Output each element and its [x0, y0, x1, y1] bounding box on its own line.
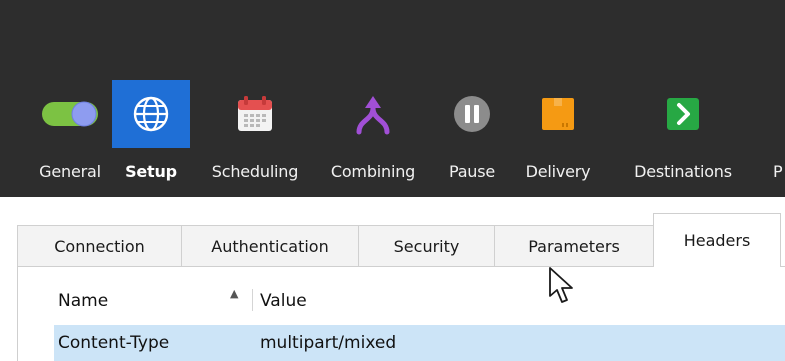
tab-bar: Connection Authentication Security Param… [0, 209, 785, 267]
tab-authentication-label: Authentication [211, 237, 329, 256]
cell-name: Content-Type [58, 333, 170, 353]
package-icon [542, 98, 574, 130]
tab-headers[interactable]: Headers [653, 213, 781, 267]
nav-label-more: P [773, 162, 783, 181]
column-header-name[interactable]: Name [58, 291, 108, 311]
tab-authentication[interactable]: Authentication [181, 225, 359, 267]
table-row[interactable]: Content-Type multipart/mixed [54, 325, 785, 361]
column-divider[interactable] [252, 289, 253, 311]
nav-item-general[interactable]: General [28, 80, 112, 194]
nav-label-destinations: Destinations [634, 162, 732, 181]
nav-label-combining: Combining [330, 162, 416, 181]
nav-label-scheduling: Scheduling [211, 162, 299, 181]
nav-item-scheduling[interactable]: Scheduling [199, 80, 311, 194]
toggle-switch-icon [42, 101, 98, 127]
chevron-right-icon [667, 98, 699, 130]
tab-security[interactable]: Security [358, 225, 495, 267]
mouse-cursor-icon [549, 267, 573, 303]
nav-item-pause[interactable]: Pause [442, 80, 502, 194]
tab-security-label: Security [393, 237, 460, 256]
nav-label-pause: Pause [448, 162, 496, 181]
globe-icon [133, 96, 169, 132]
headers-panel: Name ▲ Value Content-Type multipart/mixe… [17, 267, 785, 361]
sort-ascending-icon: ▲ [230, 287, 239, 300]
nav-item-setup[interactable]: Setup [112, 80, 190, 194]
tab-headers-label: Headers [683, 231, 751, 250]
nav-item-more[interactable]: P [766, 80, 785, 194]
top-toolbar: General Setup Scheduling Combining Pause… [0, 0, 785, 197]
table-header: Name ▲ Value [54, 287, 785, 317]
pause-icon [454, 96, 490, 132]
column-header-value[interactable]: Value [260, 291, 307, 311]
tab-parameters[interactable]: Parameters [494, 225, 654, 267]
nav-item-delivery[interactable]: Delivery [519, 80, 597, 194]
tab-connection[interactable]: Connection [17, 225, 182, 267]
nav-label-setup: Setup [125, 162, 177, 181]
nav-label-delivery: Delivery [525, 162, 591, 181]
cell-value: multipart/mixed [260, 333, 397, 353]
tab-parameters-label: Parameters [528, 237, 620, 256]
calendar-icon [238, 96, 272, 131]
nav-item-combining[interactable]: Combining [327, 80, 419, 194]
merge-arrow-icon [356, 96, 390, 135]
nav-item-destinations[interactable]: Destinations [623, 80, 743, 194]
nav-label-general: General [39, 162, 101, 181]
tab-connection-label: Connection [54, 237, 145, 256]
